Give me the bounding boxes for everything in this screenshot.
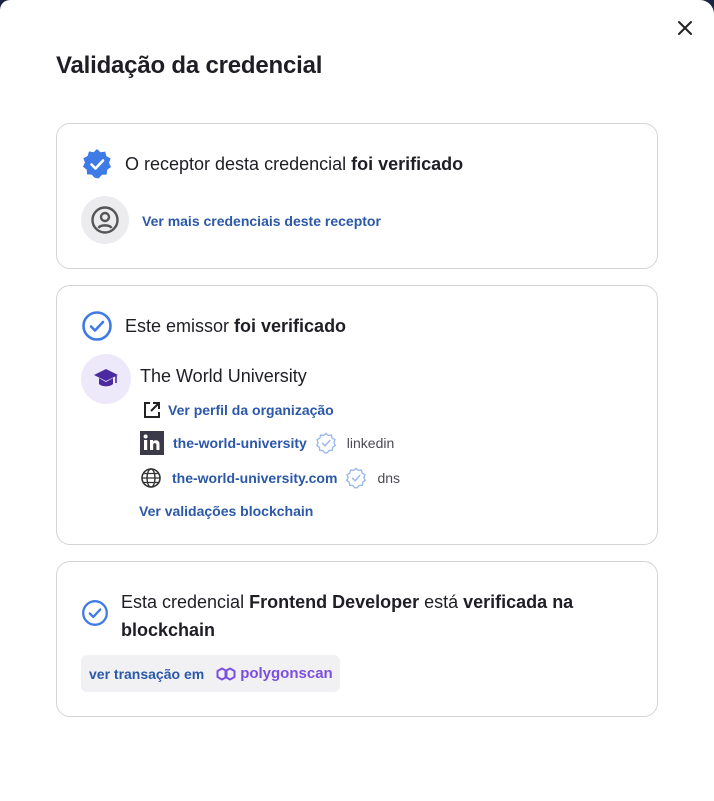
receptor-heading-bold: foi verificado bbox=[351, 153, 464, 174]
globe-icon bbox=[141, 468, 161, 488]
credential-heading-part2: está bbox=[419, 592, 464, 612]
blockchain-validations-link[interactable]: Ver validações blockchain bbox=[139, 503, 313, 519]
credential-blockchain-card: Esta credencial Frontend Developer está … bbox=[56, 561, 658, 717]
receptor-verification-card: O receptor desta credencial foi verifica… bbox=[56, 123, 658, 269]
graduation-cap-icon bbox=[94, 369, 118, 387]
receptor-heading-prefix: O receptor desta credencial bbox=[125, 153, 352, 174]
check-circle-icon bbox=[82, 600, 108, 626]
close-icon[interactable] bbox=[674, 17, 696, 39]
org-profile-row[interactable]: Ver perfil da organização bbox=[142, 400, 334, 420]
dns-row: the-world-university.com dns bbox=[140, 467, 400, 489]
verified-badge-outline-icon bbox=[315, 432, 336, 454]
linkedin-row: the-world-university linkedin bbox=[139, 430, 394, 456]
issuer-heading-prefix: Este emissor bbox=[125, 315, 235, 336]
issuer-heading: Este emissor foi verificado bbox=[125, 316, 346, 337]
polygonscan-transaction-button[interactable]: ver transação em polygonscan bbox=[81, 655, 340, 692]
receptor-heading-row: O receptor desta credencial foi verifica… bbox=[81, 148, 463, 180]
verified-badge-icon bbox=[83, 149, 111, 179]
linkedin-icon bbox=[140, 431, 164, 455]
modal-title: Validação da credencial bbox=[56, 52, 323, 79]
credential-heading: Esta credencial Frontend Developer está … bbox=[121, 588, 621, 644]
linkedin-source-label: linkedin bbox=[346, 435, 395, 451]
issuer-heading-bold: foi verificado bbox=[234, 315, 347, 336]
org-name: The World University bbox=[140, 366, 307, 386]
polygonscan-label: polygonscan bbox=[240, 665, 333, 682]
user-circle-icon bbox=[91, 206, 119, 234]
org-profile-link[interactable]: Ver perfil da organização bbox=[168, 402, 334, 418]
check-circle-icon bbox=[82, 311, 112, 341]
transaction-label: ver transação em bbox=[89, 665, 205, 682]
receptor-heading: O receptor desta credencial foi verifica… bbox=[125, 154, 463, 175]
issuer-verification-card: Este emissor foi verificado The World Un… bbox=[56, 285, 658, 545]
more-credentials-link[interactable]: Ver mais credenciais deste receptor bbox=[142, 213, 381, 229]
org-logo bbox=[81, 354, 131, 404]
linkedin-handle-link[interactable]: the-world-university bbox=[173, 435, 307, 451]
issuer-heading-row: Este emissor foi verificado bbox=[81, 310, 346, 342]
credential-validation-modal: Validação da credencial O receptor desta… bbox=[0, 0, 714, 801]
verified-badge-outline-icon bbox=[346, 467, 367, 489]
domain-link[interactable]: the-world-university.com bbox=[172, 470, 337, 486]
receptor-avatar bbox=[81, 196, 129, 244]
dns-source-label: dns bbox=[377, 470, 401, 486]
external-link-icon bbox=[144, 402, 160, 418]
credential-heading-part1: Esta credencial bbox=[121, 592, 250, 612]
polygon-logo-icon bbox=[216, 667, 236, 680]
credential-name: Frontend Developer bbox=[249, 592, 420, 612]
